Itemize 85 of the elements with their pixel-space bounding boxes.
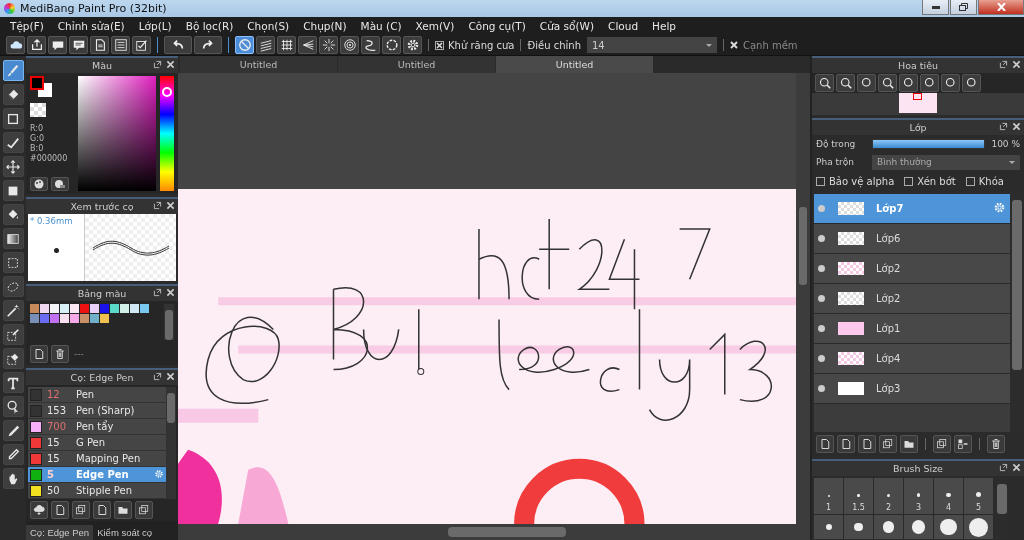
layer-row[interactable]: Lớp3 (814, 374, 1010, 404)
panel-tab[interactable]: Cọ: Edge Pen (26, 525, 94, 540)
document-tab[interactable]: Untitled (338, 56, 495, 73)
adjust-dropdown[interactable]: 14 (587, 37, 717, 53)
menu-item[interactable]: Chọn(S) (240, 20, 297, 32)
brush-item[interactable]: 15 G Pen (28, 435, 166, 452)
brush-name: Pen tẩy (76, 421, 114, 433)
layer-name: Lớp4 (876, 353, 901, 364)
brush-size: 15 (47, 437, 61, 449)
opacity-reading: 100 % (991, 139, 1020, 149)
brush-name: Pen (Sharp) (76, 405, 135, 417)
layer-name: Lớp2 (876, 293, 901, 304)
brush-size-cell[interactable]: 1.5 (844, 478, 873, 514)
brush-name: G Pen (76, 437, 106, 449)
layer-row[interactable]: Lớp4 (814, 344, 1010, 374)
menu-item[interactable]: Chụp(N) (296, 20, 354, 32)
brush-name: Edge Pen (76, 469, 129, 481)
layer-name: Lớp1 (876, 323, 901, 334)
brush-size-cell[interactable]: 5 (964, 478, 993, 514)
brush-name: Pen (76, 389, 95, 401)
brush-size-label: * 0.36mm (30, 216, 73, 226)
panel-title: Bảng màu (77, 287, 127, 299)
menu-item[interactable]: Cloud (601, 20, 646, 32)
brush-item[interactable]: 12 Pen (28, 387, 166, 404)
panel-title: Lớp (909, 122, 927, 133)
layer-option-checkbox[interactable]: Bảo vệ alpha (816, 176, 895, 187)
menu-item[interactable]: Bộ lọc(R) (178, 20, 241, 32)
brush-size: 5 (47, 469, 55, 481)
panel-title: Hoa tiêu (898, 60, 938, 71)
layer-name: Lớp3 (876, 383, 901, 394)
menu-item[interactable]: Cửa sổ(W) (532, 20, 602, 32)
anti-alias-checkbox[interactable]: Khử răng cưa (435, 39, 515, 51)
channel-value: B:0 (30, 144, 45, 153)
brush-size: 15 (47, 453, 61, 465)
panel-title: Cọ: Edge Pen (70, 372, 134, 384)
brush-name: Mapping Pen (76, 453, 141, 465)
brush-size-value: 3 (915, 503, 922, 512)
brush-size-value: 4 (945, 503, 952, 512)
window-title: MediBang Paint Pro (32bit) (20, 2, 167, 15)
layer-name: Lớp6 (876, 233, 901, 244)
channel-value: R:0 (30, 124, 45, 133)
brush-item[interactable]: 700 Pen tẩy (28, 419, 166, 436)
layer-option-checkbox[interactable]: Xén bớt (904, 176, 956, 187)
layer-option-checkbox[interactable]: Khóa (965, 176, 1004, 187)
menu-item[interactable]: Xem(V) (408, 20, 462, 32)
brush-item[interactable]: 50 Stipple Pen (28, 483, 166, 500)
channel-value: G:0 (30, 134, 45, 143)
brush-size: 50 (47, 485, 61, 497)
blend-dropdown[interactable]: Bình thường (872, 154, 1020, 170)
document-tab[interactable]: Untitled (496, 56, 653, 73)
layer-name: Lớp2 (876, 263, 901, 274)
layer-name: Lớp7 (876, 203, 904, 214)
adjust-label: Điều chỉnh (527, 39, 581, 51)
brush-size: 700 (47, 421, 68, 433)
brush-item[interactable]: 15 Mapping Pen (28, 451, 166, 468)
brush-size-cell[interactable]: 2 (874, 478, 903, 514)
brush-size: 12 (47, 389, 61, 401)
menu-item[interactable]: Chỉnh sửa(E) (50, 20, 132, 32)
layer-row[interactable]: Lớp1 (814, 314, 1010, 344)
brush-size: 153 (47, 405, 68, 417)
panel-title: Brush Size (893, 463, 943, 474)
layer-row[interactable]: Lớp2 (814, 284, 1010, 314)
brush-size-cell[interactable]: 4 (934, 478, 963, 514)
document-tab[interactable]: Untitled (180, 56, 337, 73)
brush-name: Stipple Pen (76, 485, 132, 497)
menu-item[interactable]: Lớp(L) (131, 20, 179, 32)
opacity-label: Độ trong (816, 139, 857, 149)
brush-size-value: 1.5 (852, 503, 865, 512)
brush-size-value: 5 (975, 503, 982, 512)
brush-size-cell[interactable]: 3 (904, 478, 933, 514)
layer-row[interactable]: Lớp2 (814, 254, 1010, 284)
brush-item[interactable]: 153 Pen (Sharp) (28, 403, 166, 420)
menu-item[interactable]: Màu (C) (353, 20, 409, 32)
blend-label: Pha trộn (816, 157, 855, 167)
brush-size-cell[interactable]: 1 (814, 478, 843, 514)
hex-value: #000000 (30, 154, 69, 163)
brush-size-value: 2 (885, 503, 892, 512)
panel-title: Xem trước cọ (70, 201, 134, 212)
menu-item[interactable]: Công cụ(T) (461, 20, 533, 32)
brush-size-value: 1 (825, 503, 832, 512)
menu-item[interactable]: Help (645, 20, 684, 32)
panel-title: Màu (91, 60, 112, 71)
menu-item[interactable]: Tệp(F) (3, 20, 51, 32)
palette-note: --- (74, 349, 84, 359)
layer-row[interactable]: Lớp6 (814, 224, 1010, 254)
